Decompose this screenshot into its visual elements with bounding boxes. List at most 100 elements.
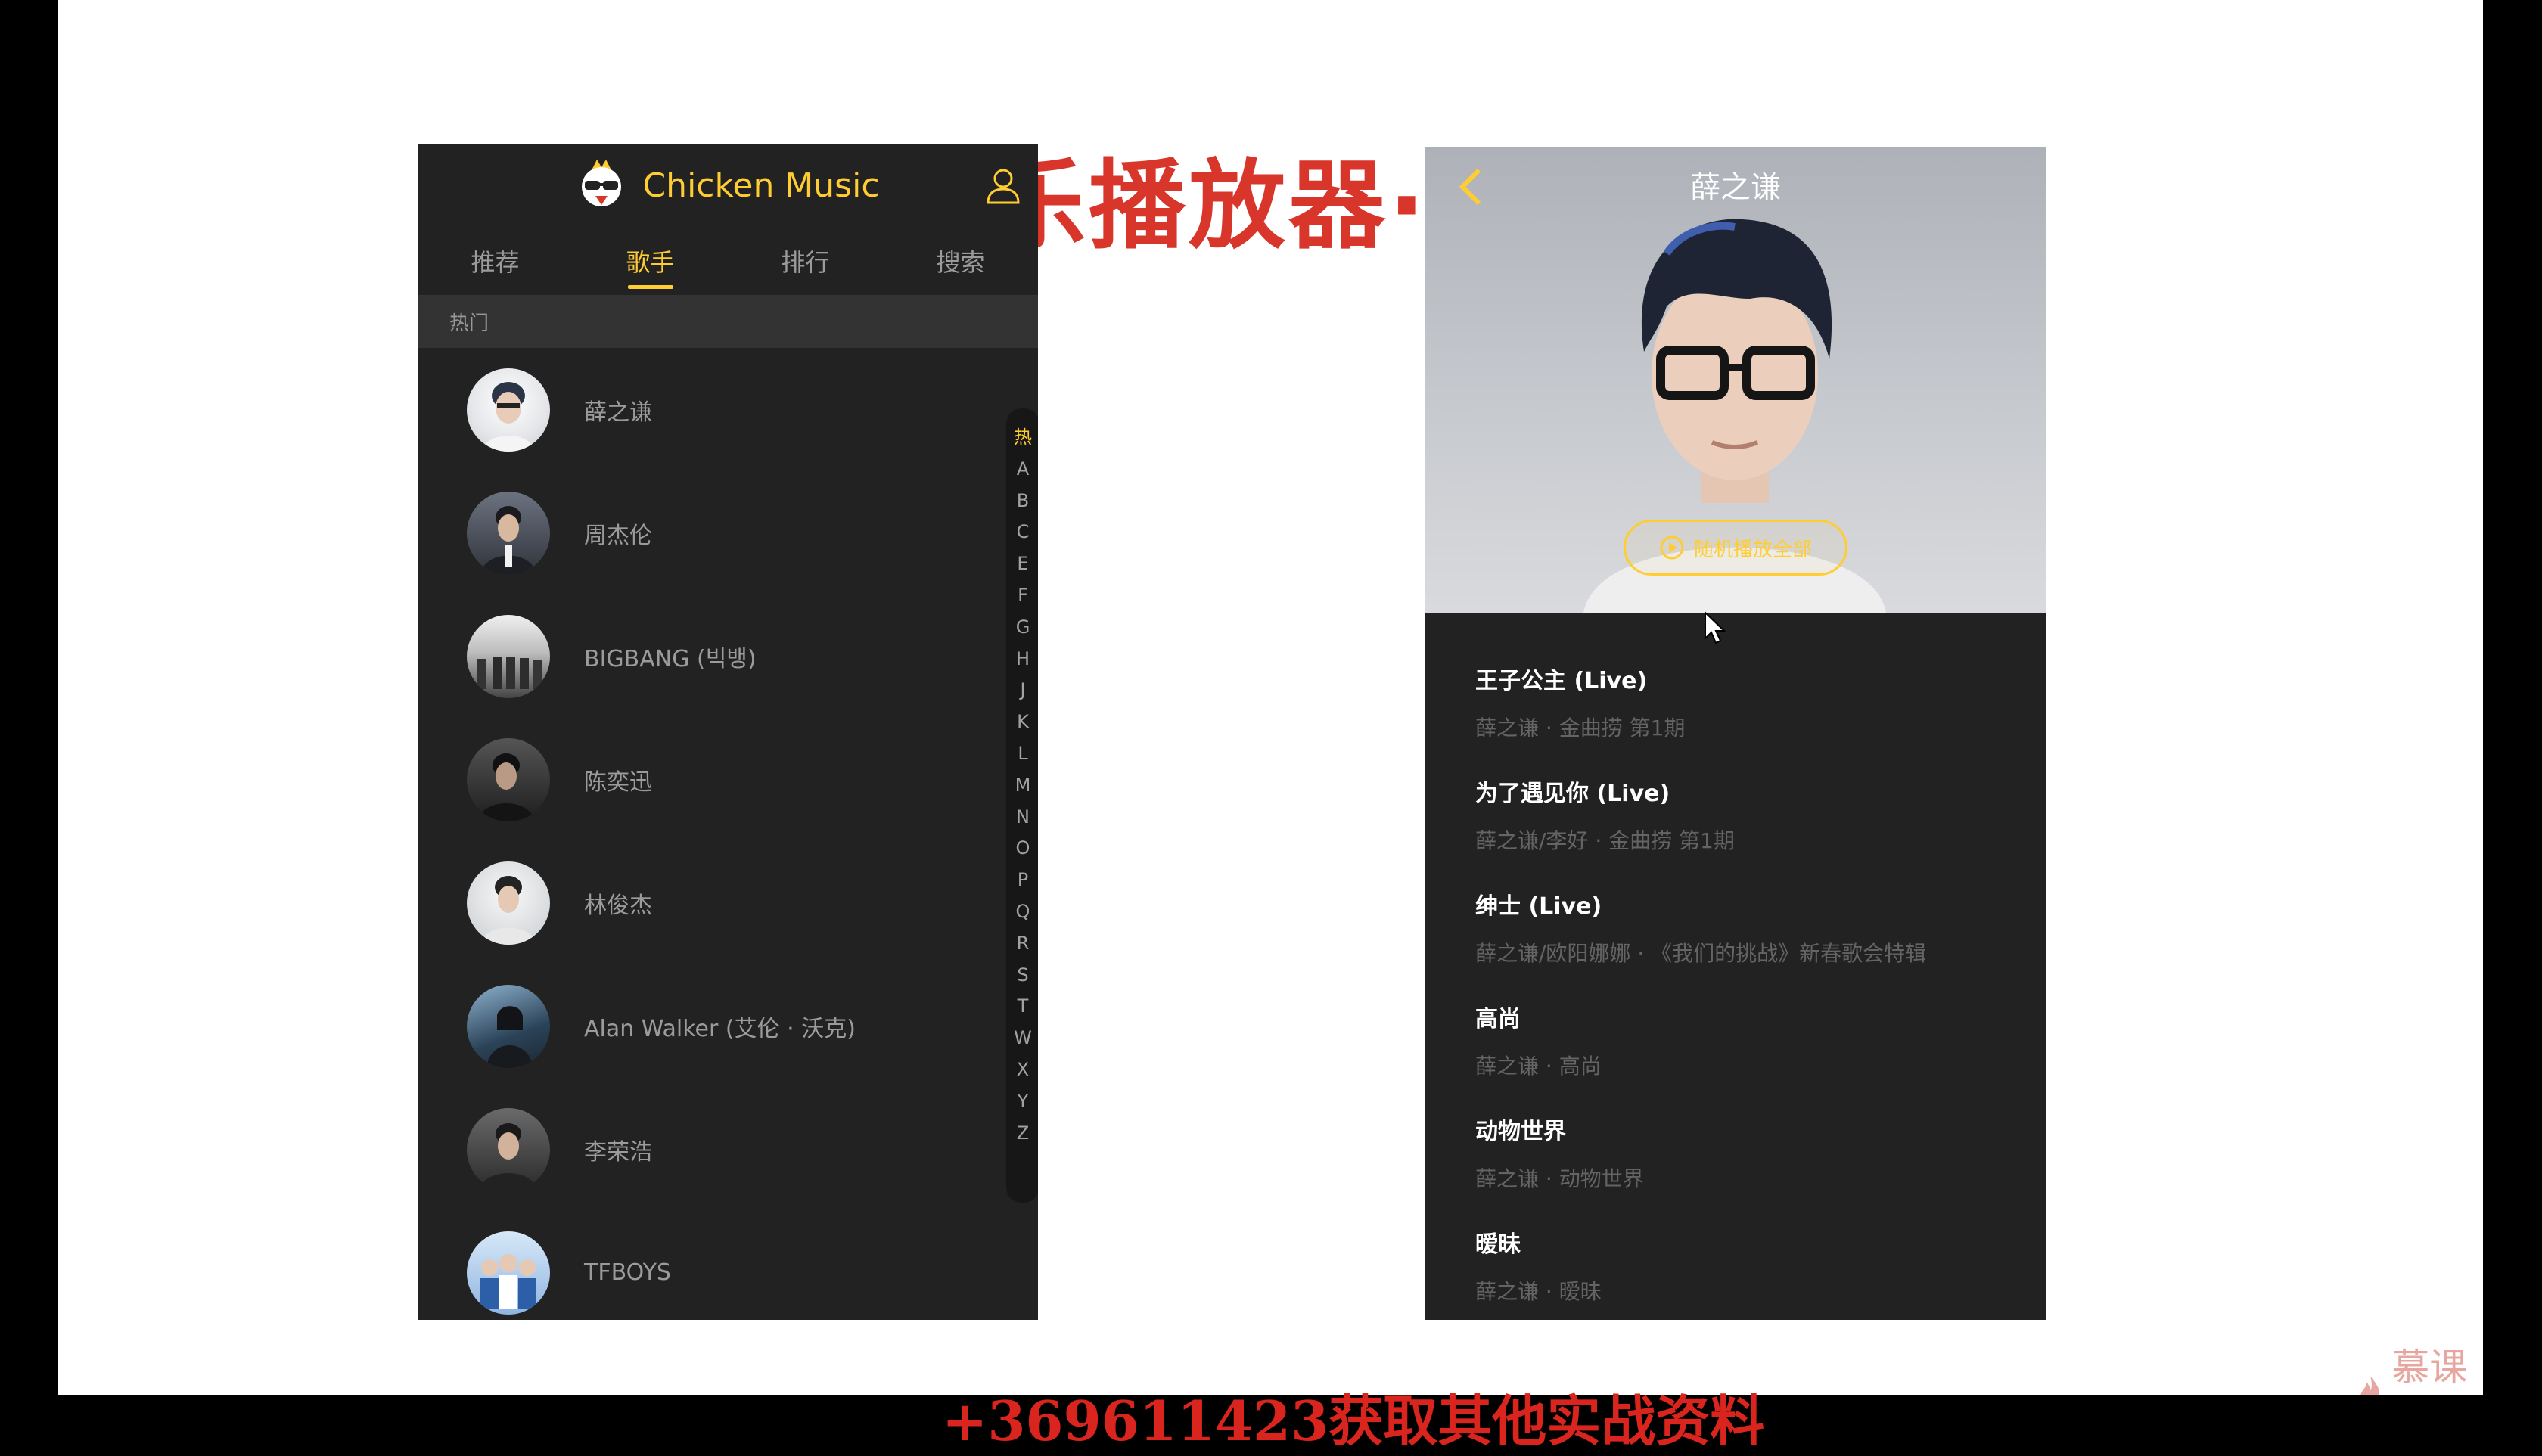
app-title: Chicken Music	[642, 166, 880, 205]
play-all-label: 随机播放全部	[1693, 538, 1812, 561]
play-all-button[interactable]: 随机播放全部	[1624, 520, 1847, 576]
avatar-image	[486, 1005, 533, 1068]
singer-list: 薛之谦 周杰伦 BIGBANG (빅뱅) 陈奕迅 林俊杰 Alan Walker…	[418, 348, 1038, 1320]
avatar-image	[477, 656, 542, 689]
song-desc: 薛之谦 · 动物世界	[1475, 1166, 1644, 1191]
shortcut-item[interactable]: K	[1017, 706, 1029, 738]
chicken-logo-icon	[582, 160, 622, 206]
singer-item[interactable]: 陈奕迅	[418, 718, 1038, 841]
song-item[interactable]: 绅士 (Live) 薛之谦/欧阳娜娜 · 《我们的挑战》新春歌会特辑	[1425, 857, 2046, 970]
singer-item[interactable]: 周杰伦	[418, 471, 1038, 595]
singer-item[interactable]: BIGBANG (빅뱅)	[418, 595, 1038, 718]
singer-detail-screen: 薛之谦 随机播放全部 王子公主 (Live) 薛之谦 · 金曲捞 第1期 为了遇…	[1425, 147, 2046, 1320]
shortcut-item[interactable]: W	[1014, 1023, 1032, 1054]
avatar	[467, 368, 550, 452]
flame-icon	[2360, 1376, 2380, 1395]
tab-singer[interactable]: 歌手	[573, 227, 728, 295]
avatar-image	[482, 381, 535, 452]
shortcut-item[interactable]: J	[1020, 675, 1025, 706]
avatar	[467, 1107, 550, 1191]
song-item[interactable]: 高尚 薛之谦 · 高尚	[1425, 970, 2046, 1082]
shortcut-item[interactable]: M	[1015, 770, 1031, 802]
avatar	[467, 614, 550, 698]
tab-bar: 推荐 歌手 排行 搜索	[418, 227, 1038, 295]
shortcut-item[interactable]: R	[1017, 928, 1030, 960]
shortcut-item[interactable]: N	[1016, 802, 1030, 834]
singer-cover-image: 薛之谦 随机播放全部	[1425, 147, 2046, 613]
watermark: 慕课网	[2358, 1337, 2483, 1395]
singer-item[interactable]: TFBOYS	[418, 1211, 1038, 1320]
shortcut-item[interactable]: H	[1016, 644, 1030, 675]
shortcut-item[interactable]: A	[1017, 454, 1029, 486]
shortcut-item[interactable]: E	[1017, 548, 1028, 580]
app-header: Chicken Music	[418, 144, 1038, 227]
avatar	[467, 491, 550, 575]
singer-name: 林俊杰	[584, 892, 652, 919]
shortcut-item[interactable]: T	[1018, 991, 1029, 1023]
singer-name: TFBOYS	[584, 1259, 671, 1286]
shortcut-item[interactable]: B	[1017, 486, 1029, 517]
shortcut-item[interactable]: O	[1016, 833, 1030, 865]
song-item[interactable]: 为了遇见你 (Live) 薛之谦/李好 · 金曲捞 第1期	[1425, 744, 2046, 857]
song-desc: 薛之谦/欧阳娜娜 · 《我们的挑战》新春歌会特辑	[1475, 941, 1927, 966]
singer-item[interactable]: 李荣浩	[418, 1088, 1038, 1211]
shortcut-item[interactable]: Z	[1017, 1118, 1029, 1150]
play-icon	[1660, 536, 1684, 560]
song-desc: 薛之谦 · 暧昧	[1475, 1279, 1602, 1304]
song-name: 高尚	[1475, 1006, 1521, 1032]
shortcut-item[interactable]: L	[1018, 738, 1027, 770]
avatar	[467, 737, 550, 821]
screen-frame-right	[2483, 0, 2542, 1430]
group-title: 热门	[418, 295, 1038, 348]
singer-name: Alan Walker (艾伦 · 沃克)	[584, 1015, 856, 1042]
avatar	[467, 861, 550, 945]
avatar-image	[480, 505, 536, 575]
tab-search[interactable]: 搜索	[883, 227, 1038, 295]
singer-title: 薛之谦	[1690, 170, 1781, 205]
alphabet-shortcut[interactable]: 热 A B C E F G H J K L M N O P Q R S T W …	[1006, 408, 1038, 1203]
song-name: 王子公主 (Live)	[1475, 668, 1648, 694]
avatar	[467, 1231, 550, 1315]
song-item[interactable]: 王子公主 (Live) 薛之谦 · 金曲捞 第1期	[1425, 632, 2046, 744]
watermark-text: 慕课网	[2391, 1346, 2468, 1389]
shortcut-item[interactable]: G	[1016, 612, 1030, 644]
bottom-caption: +369611423获取其他实战资料	[942, 1389, 1765, 1453]
song-item[interactable]: 动物世界 薛之谦 · 动物世界	[1425, 1082, 2046, 1195]
mouse-cursor-icon	[1705, 611, 1726, 644]
avatar	[467, 984, 550, 1068]
singer-item[interactable]: Alan Walker (艾伦 · 沃克)	[418, 964, 1038, 1088]
shortcut-item[interactable]: P	[1018, 865, 1028, 896]
singer-name: 周杰伦	[584, 522, 652, 549]
avatar-image	[480, 1253, 536, 1309]
shortcut-item[interactable]: Y	[1018, 1086, 1029, 1118]
shortcut-item[interactable]: Q	[1016, 896, 1030, 928]
song-name: 绅士 (Live)	[1475, 893, 1602, 920]
shortcut-item[interactable]: C	[1017, 517, 1030, 548]
tab-rank[interactable]: 排行	[728, 227, 883, 295]
avatar-image	[477, 753, 535, 821]
singer-item[interactable]: 林俊杰	[418, 841, 1038, 964]
song-desc: 薛之谦 · 高尚	[1475, 1054, 1602, 1079]
avatar-image	[479, 1122, 538, 1191]
singer-item[interactable]: 薛之谦	[418, 348, 1038, 471]
song-name: 动物世界	[1475, 1119, 1566, 1145]
avatar-image	[480, 875, 536, 945]
screen-frame-left	[0, 0, 58, 1430]
singer-name: BIGBANG (빅뱅)	[584, 645, 757, 672]
user-icon[interactable]	[985, 166, 1021, 206]
shortcut-item[interactable]: X	[1017, 1054, 1029, 1086]
song-desc: 薛之谦 · 金曲捞 第1期	[1475, 716, 1686, 740]
shortcut-item[interactable]: S	[1017, 960, 1028, 992]
song-name: 为了遇见你 (Live)	[1475, 781, 1670, 807]
tab-recommend[interactable]: 推荐	[418, 227, 573, 295]
song-desc: 薛之谦/李好 · 金曲捞 第1期	[1475, 828, 1735, 853]
singer-name: 李荣浩	[584, 1138, 652, 1166]
shortcut-item[interactable]: 热	[1014, 422, 1032, 454]
singer-name: 陈奕迅	[584, 768, 652, 796]
singer-name: 薛之谦	[584, 399, 652, 426]
shortcut-item[interactable]: F	[1018, 580, 1028, 612]
song-list: 王子公主 (Live) 薛之谦 · 金曲捞 第1期 为了遇见你 (Live) 薛…	[1425, 632, 2046, 1308]
song-item[interactable]: 暧昧 薛之谦 · 暧昧	[1425, 1195, 2046, 1308]
singer-list-screen: Chicken Music 推荐 歌手 排行 搜索 热门 薛之谦 周杰伦 BIG…	[418, 144, 1038, 1320]
song-name: 暧昧	[1475, 1231, 1521, 1258]
